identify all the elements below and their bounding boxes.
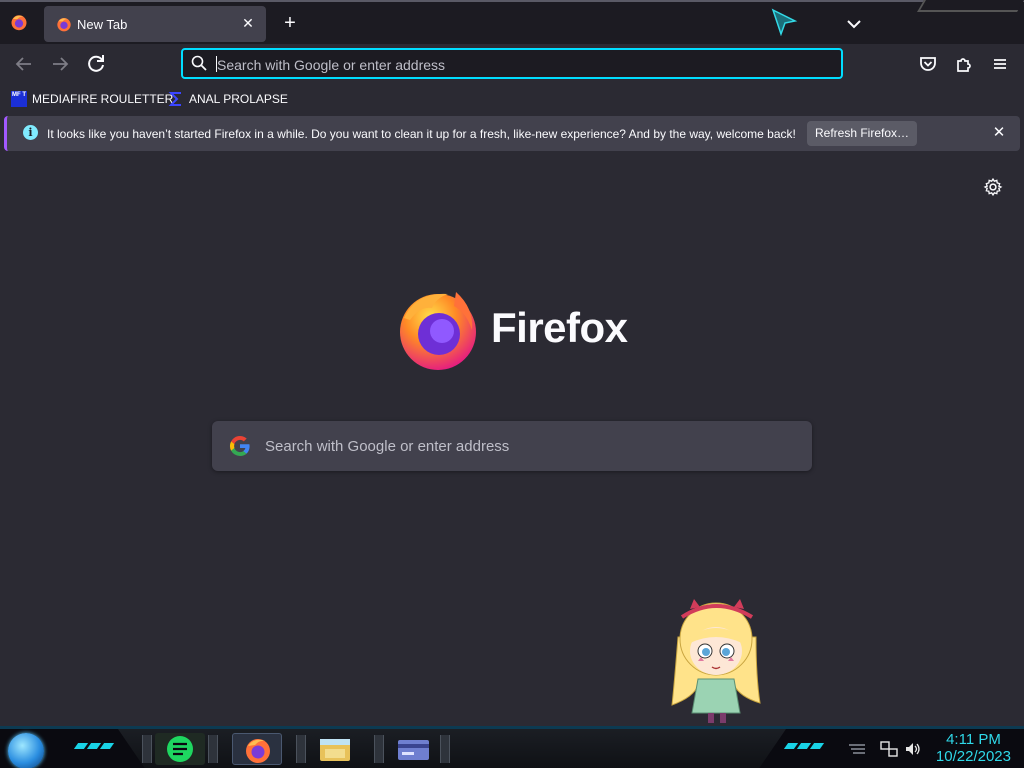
navigation-toolbar: Search with Google or enter address	[0, 44, 1024, 84]
taskbar-file-explorer-app[interactable]	[310, 733, 360, 765]
notification-close-icon[interactable]: ✕	[990, 124, 1008, 142]
taskbar-card-app[interactable]	[388, 733, 438, 765]
address-bar[interactable]: Search with Google or enter address	[181, 48, 843, 79]
desktop-cursor-icon	[771, 8, 798, 36]
reload-icon[interactable]	[84, 52, 108, 76]
firefox-favicon-icon	[57, 18, 71, 32]
clock-date: 10/22/2023	[935, 748, 1011, 765]
forward-arrow-icon[interactable]	[48, 52, 72, 76]
window-corner-decoration	[917, 0, 1024, 12]
card-app-icon	[398, 740, 429, 760]
browser-window: New Tab ✕ + Search with Google or enter …	[0, 0, 1024, 768]
mediafire-icon: MF T	[11, 91, 27, 107]
newtab-search-box[interactable]: Search with Google or enter address	[212, 421, 812, 471]
bookmark-mediafire-rouletter[interactable]: MF T MEDIAFIRE ROULETTER	[11, 89, 173, 109]
file-explorer-icon	[320, 739, 350, 761]
tab-title: New Tab	[77, 17, 128, 32]
bookmark-label: ANAL PROLAPSE	[189, 92, 288, 106]
info-icon: i	[23, 125, 38, 140]
google-icon	[230, 435, 250, 457]
volume-icon[interactable]	[904, 741, 922, 757]
refresh-firefox-button[interactable]: Refresh Firefox…	[807, 121, 917, 146]
sigma-icon	[168, 92, 181, 106]
taskbar: 4:11 PM 10/22/2023	[0, 726, 1024, 768]
notification-message: It looks like you haven’t started Firefo…	[47, 127, 796, 141]
taskbar-chevron-decoration	[73, 743, 115, 751]
dock-grip	[296, 735, 306, 763]
hamburger-menu-icon[interactable]	[988, 52, 1012, 76]
dock-grip	[440, 735, 450, 763]
taskbar-clock[interactable]: 4:11 PM 10/22/2023	[936, 731, 1011, 765]
dock-grip	[142, 735, 152, 763]
cartoon-girl-desktop-sticker	[671, 599, 761, 723]
taskbar-notes-app[interactable]	[155, 733, 205, 765]
address-bar-placeholder: Search with Google or enter address	[217, 57, 446, 73]
list-all-tabs-chevron-icon[interactable]	[842, 12, 866, 36]
firefox-wordmark: Firefox	[491, 304, 628, 351]
notes-icon	[167, 736, 193, 762]
firefox-menu-icon[interactable]	[10, 13, 28, 31]
dock-grip	[374, 735, 384, 763]
tab-strip: New Tab ✕ +	[0, 0, 1024, 44]
tab-new-tab[interactable]: New Tab ✕	[44, 6, 266, 42]
bookmark-anal-prolapse[interactable]: ANAL PROLAPSE	[168, 89, 288, 109]
bookmarks-toolbar: MF T MEDIAFIRE ROULETTER ANAL PROLAPSE	[0, 84, 1024, 112]
dock-grip	[208, 735, 218, 763]
taskbar-firefox-app[interactable]	[232, 733, 282, 765]
gear-icon[interactable]	[983, 177, 1003, 197]
refresh-firefox-notification: i It looks like you haven’t started Fire…	[4, 116, 1020, 151]
start-orb-icon[interactable]	[8, 733, 44, 768]
search-icon	[191, 55, 207, 71]
back-arrow-icon[interactable]	[12, 52, 36, 76]
firefox-logo-icon	[400, 292, 476, 370]
new-tab-button[interactable]: +	[278, 11, 302, 35]
bookmark-label: MEDIAFIRE ROULETTER	[32, 92, 174, 106]
extensions-puzzle-icon[interactable]	[952, 52, 976, 76]
pocket-icon[interactable]	[916, 52, 940, 76]
show-desktop-icon[interactable]	[848, 741, 866, 757]
clock-time: 4:11 PM	[946, 731, 1001, 748]
taskbar-dock	[118, 729, 786, 768]
network-icon[interactable]	[880, 741, 898, 757]
taskbar-chevron-decoration	[783, 743, 825, 751]
tab-close-icon[interactable]: ✕	[238, 13, 258, 33]
newtab-search-placeholder: Search with Google or enter address	[265, 438, 510, 455]
firefox-icon	[246, 739, 270, 763]
